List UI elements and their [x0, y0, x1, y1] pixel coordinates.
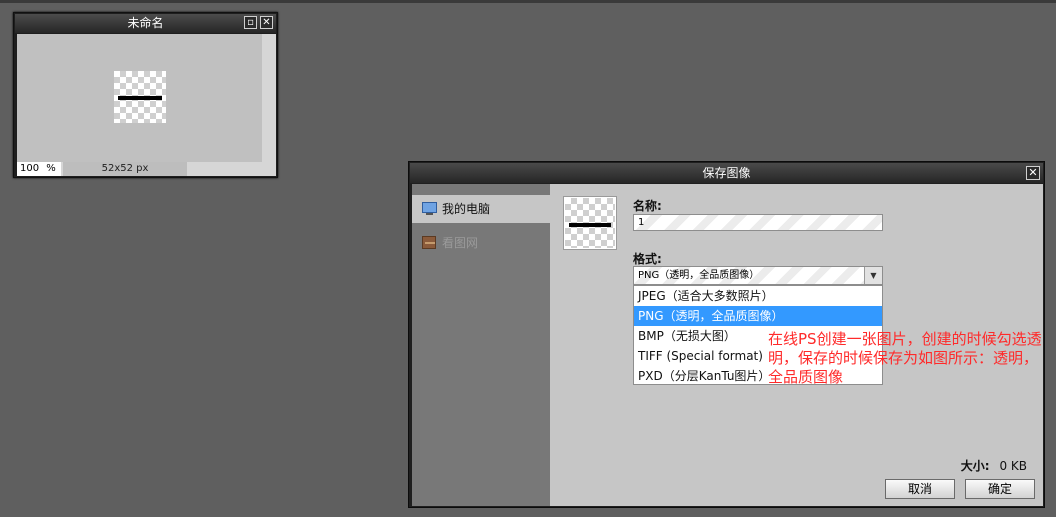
dialog-title: 保存图像: [702, 166, 751, 180]
format-option-jpeg[interactable]: JPEG（适合大多数照片）: [634, 286, 882, 306]
zoom-unit: %: [46, 163, 56, 174]
format-option-png[interactable]: PNG（透明，全品质图像）: [634, 306, 882, 326]
name-label: 名称:: [633, 199, 662, 213]
computer-icon: [422, 202, 438, 216]
close-icon[interactable]: ✕: [260, 16, 273, 29]
filename-input[interactable]: [633, 214, 883, 231]
zoom-field[interactable]: 100 %: [17, 162, 61, 176]
location-kantu[interactable]: 看图网: [412, 229, 550, 257]
document-window[interactable]: 未命名 ▫ ✕ 100 % 52x52 px: [13, 12, 278, 178]
ok-button[interactable]: 确定: [965, 479, 1035, 499]
location-label: 看图网: [442, 236, 479, 250]
image-dimensions: 52x52 px: [63, 162, 187, 176]
format-selected-value: PNG（透明，全品质图像）: [638, 270, 760, 281]
top-border: [0, 0, 1056, 3]
vertical-scrollbar[interactable]: [262, 34, 276, 162]
location-label: 我的电脑: [442, 202, 491, 216]
document-title: 未命名: [127, 16, 164, 30]
cancel-button[interactable]: 取消: [885, 479, 955, 499]
format-label: 格式:: [633, 252, 662, 266]
size-label: 大小:: [960, 459, 990, 473]
maximize-icon[interactable]: ▫: [244, 16, 257, 29]
document-titlebar[interactable]: 未命名 ▫ ✕: [15, 14, 276, 33]
close-icon[interactable]: ✕: [1026, 166, 1040, 180]
preview-black-bar: [569, 223, 611, 227]
dialog-titlebar[interactable]: 保存图像 ✕: [410, 163, 1043, 183]
image-preview: [563, 196, 617, 250]
image-canvas[interactable]: [17, 34, 262, 162]
annotation-text: 在线PS创建一张图片，创建的时候勾选透明，保存的时候保存为如图所示：透明，全品质…: [768, 330, 1042, 386]
save-image-dialog[interactable]: 保存图像 ✕ 我的电脑 看图网 名称: 格式: PNG（透明，全品质图像） ▼: [408, 161, 1045, 508]
image-thumbnail: [114, 71, 166, 123]
location-my-computer[interactable]: 我的电脑: [412, 195, 550, 223]
image-black-bar: [118, 96, 162, 100]
document-statusbar: 100 % 52x52 px: [17, 162, 276, 176]
location-sidebar: 我的电脑 看图网: [412, 184, 550, 506]
cabinet-icon: [422, 236, 436, 249]
file-size-info: 大小: 0 KB: [961, 457, 1027, 474]
format-select[interactable]: PNG（透明，全品质图像） ▼: [633, 266, 883, 285]
save-options-pane: 名称: 格式: PNG（透明，全品质图像） ▼ JPEG（适合大多数照片） PN…: [550, 184, 1043, 506]
preview-thumbnail: [565, 198, 615, 248]
size-value: 0 KB: [999, 459, 1027, 473]
chevron-down-icon[interactable]: ▼: [864, 267, 882, 284]
zoom-value: 100: [20, 163, 40, 174]
